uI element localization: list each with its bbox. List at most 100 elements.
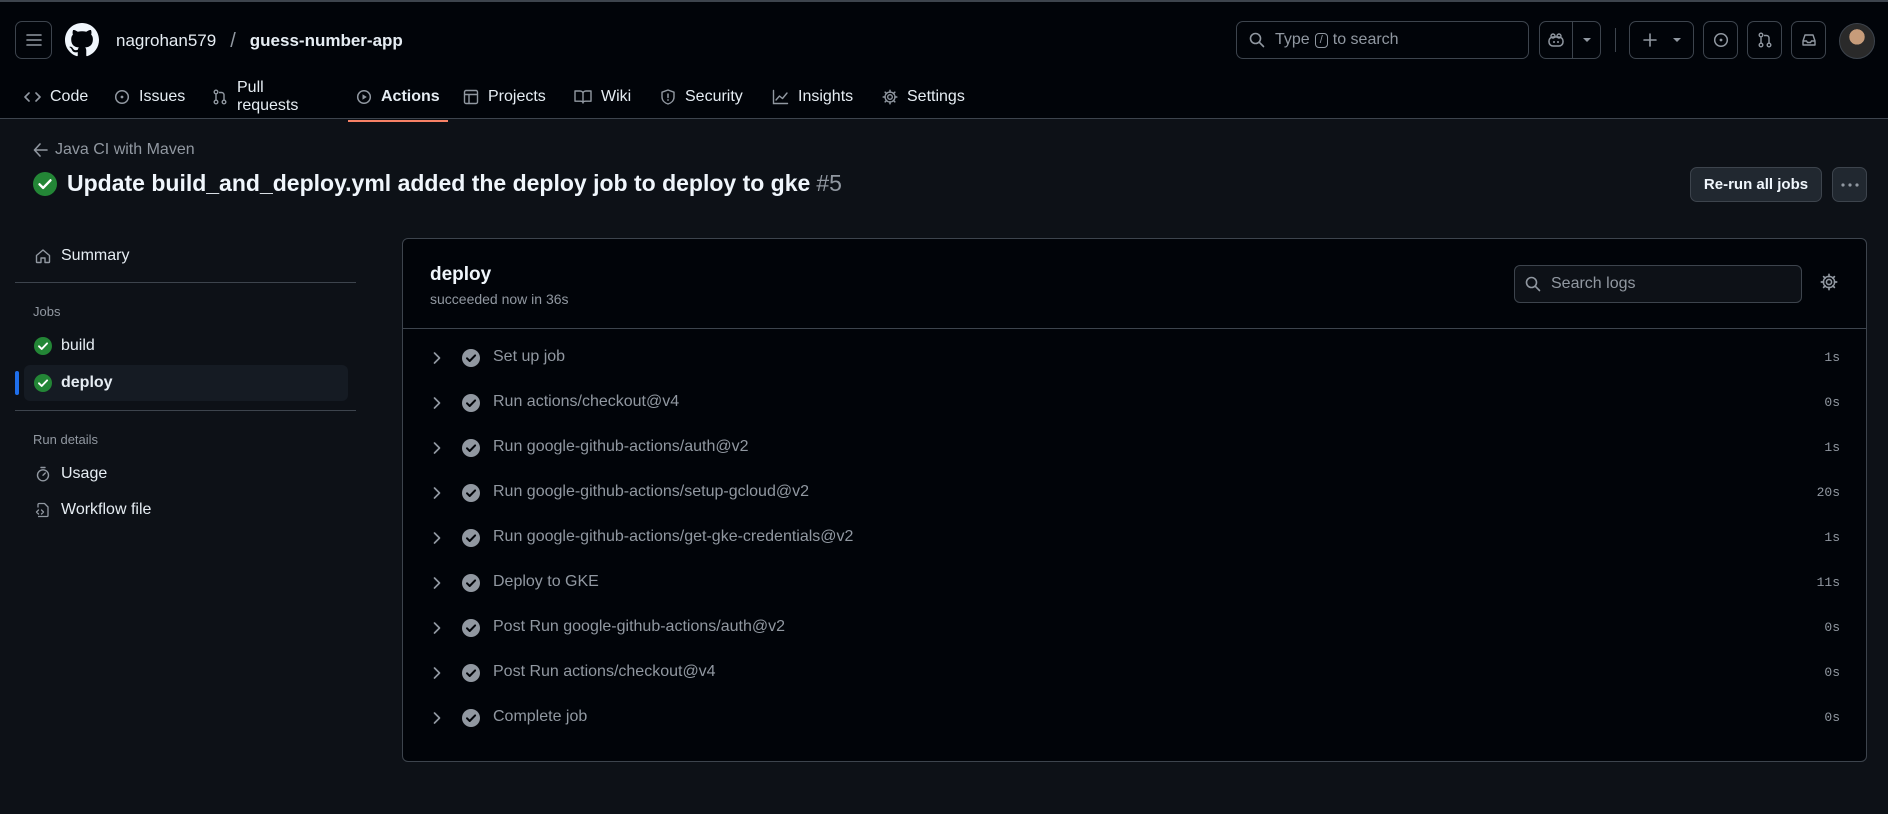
job-name: deploy [430,264,492,285]
tab-insights[interactable]: Insights [772,72,853,121]
job-step[interactable]: Set up job 1s [403,339,1866,377]
job-step[interactable]: Run google-github-actions/get-gke-creden… [403,519,1866,557]
gear-icon[interactable] [1820,273,1838,291]
chevron-right-icon [433,577,441,589]
sidebar-item-label: deploy [61,374,113,391]
job-status: succeeded now in 36s [430,291,569,307]
kebab-horizontal-icon [1840,182,1859,187]
step-name: Run actions/checkout@v4 [493,393,680,410]
copilot-dropdown-button[interactable] [1572,21,1601,59]
search-hint-prefix: Type [1275,31,1310,48]
gear-icon [882,88,898,105]
tab-label: Wiki [601,87,632,105]
triangle-down-icon [1582,38,1591,42]
check-circle-fill-icon [462,574,480,592]
more-options-button[interactable] [1832,167,1867,202]
play-icon [356,89,372,105]
job-step[interactable]: Run google-github-actions/setup-gcloud@v… [403,474,1866,512]
job-log-panel: deploy succeeded now in 36s Set up job 1… [402,238,1867,762]
job-step[interactable]: Deploy to GKE 11s [403,564,1866,602]
tab-settings[interactable]: Settings [882,72,965,121]
sidebar-item-summary[interactable]: Summary [24,238,348,274]
sidebar-item-label: Usage [61,465,108,482]
job-step[interactable]: Post Run google-github-actions/auth@v2 0… [403,609,1866,647]
step-name: Post Run actions/checkout@v4 [493,663,716,680]
step-duration: 1s [1824,530,1840,545]
job-step[interactable]: Run google-github-actions/auth@v2 1s [403,429,1866,467]
check-circle-fill-icon [462,394,480,412]
inbox-button[interactable] [1791,21,1826,59]
copilot-icon [1548,33,1564,47]
step-duration: 0s [1824,620,1840,635]
jobs-heading: Jobs [33,304,61,319]
check-circle-fill-icon [34,374,52,392]
tab-projects[interactable]: Projects [463,72,546,121]
menu-button[interactable] [15,21,52,59]
sidebar-divider [15,282,356,283]
git-pull-request-icon [1758,32,1771,48]
pull-request-icon [212,89,228,105]
arrow-left-icon [33,143,48,157]
sidebar-item-usage[interactable]: Usage [24,456,348,492]
tab-security[interactable]: Security [660,72,743,121]
tab-actions[interactable]: Actions [348,72,448,122]
search-shortcut-key: / [1314,32,1328,48]
job-step[interactable]: Complete job 0s [403,699,1866,737]
step-name: Deploy to GKE [493,573,599,590]
job-step[interactable]: Run actions/checkout@v4 0s [403,384,1866,422]
pull-requests-button[interactable] [1747,21,1782,59]
tab-issues[interactable]: Issues [114,72,185,121]
sidebar-item-build[interactable]: build [24,328,348,364]
workflow-back-link[interactable]: Java CI with Maven [33,141,195,159]
code-icon [24,89,41,105]
sidebar-item-label: build [61,337,95,354]
global-search-input[interactable]: Type / to search [1236,21,1529,59]
repo-name-link[interactable]: guess-number-app [250,31,403,51]
sidebar-item-label: Summary [61,247,130,264]
plus-icon [1642,33,1657,47]
chevron-right-icon [433,667,441,679]
job-step[interactable]: Post Run actions/checkout@v4 0s [403,654,1866,692]
workflow-name: Java CI with Maven [55,141,195,158]
search-logs-field[interactable] [1514,265,1802,303]
hamburger-icon [25,34,42,46]
copilot-button[interactable] [1539,21,1573,59]
check-circle-fill-icon [462,349,480,367]
issue-icon [114,89,130,105]
step-duration: 0s [1824,665,1840,680]
tab-label: Code [50,87,89,105]
issues-button[interactable] [1703,21,1738,59]
tab-pull-requests[interactable]: Pull requests [212,72,298,121]
step-duration: 0s [1824,710,1840,725]
step-name: Run google-github-actions/auth@v2 [493,438,749,455]
sidebar-item-deploy[interactable]: deploy [15,365,348,401]
check-circle-fill-icon [462,439,480,457]
check-circle-fill-icon [33,171,57,196]
github-logo[interactable] [65,23,99,57]
check-circle-fill-icon [462,664,480,682]
repo-owner-link[interactable]: nagrohan579 [116,31,216,51]
sidebar-item-workflow-file[interactable]: Workflow file [24,492,348,528]
check-circle-fill-icon [462,484,480,502]
chevron-right-icon [433,487,441,499]
search-logs-input[interactable] [1551,275,1791,293]
tab-label: Projects [488,87,546,105]
book-icon [574,89,592,105]
step-name: Set up job [493,348,566,365]
rerun-all-jobs-button[interactable]: Re-run all jobs [1690,167,1822,202]
run-details-heading: Run details [33,432,99,447]
breadcrumb: nagrohan579 / guess-number-app [116,28,403,54]
tab-code[interactable]: Code [24,72,88,121]
chevron-right-icon [433,712,441,724]
check-circle-fill-icon [462,619,480,637]
check-circle-fill-icon [34,337,52,355]
home-icon [34,248,52,264]
user-avatar[interactable] [1839,23,1875,59]
tab-label: Actions [381,87,440,105]
create-new-button[interactable] [1629,21,1694,59]
github-mark-icon [65,23,99,57]
step-name: Run google-github-actions/get-gke-creden… [493,528,854,545]
inbox-icon [1801,34,1816,46]
run-number: #5 [816,170,842,196]
tab-wiki[interactable]: Wiki [574,72,631,121]
